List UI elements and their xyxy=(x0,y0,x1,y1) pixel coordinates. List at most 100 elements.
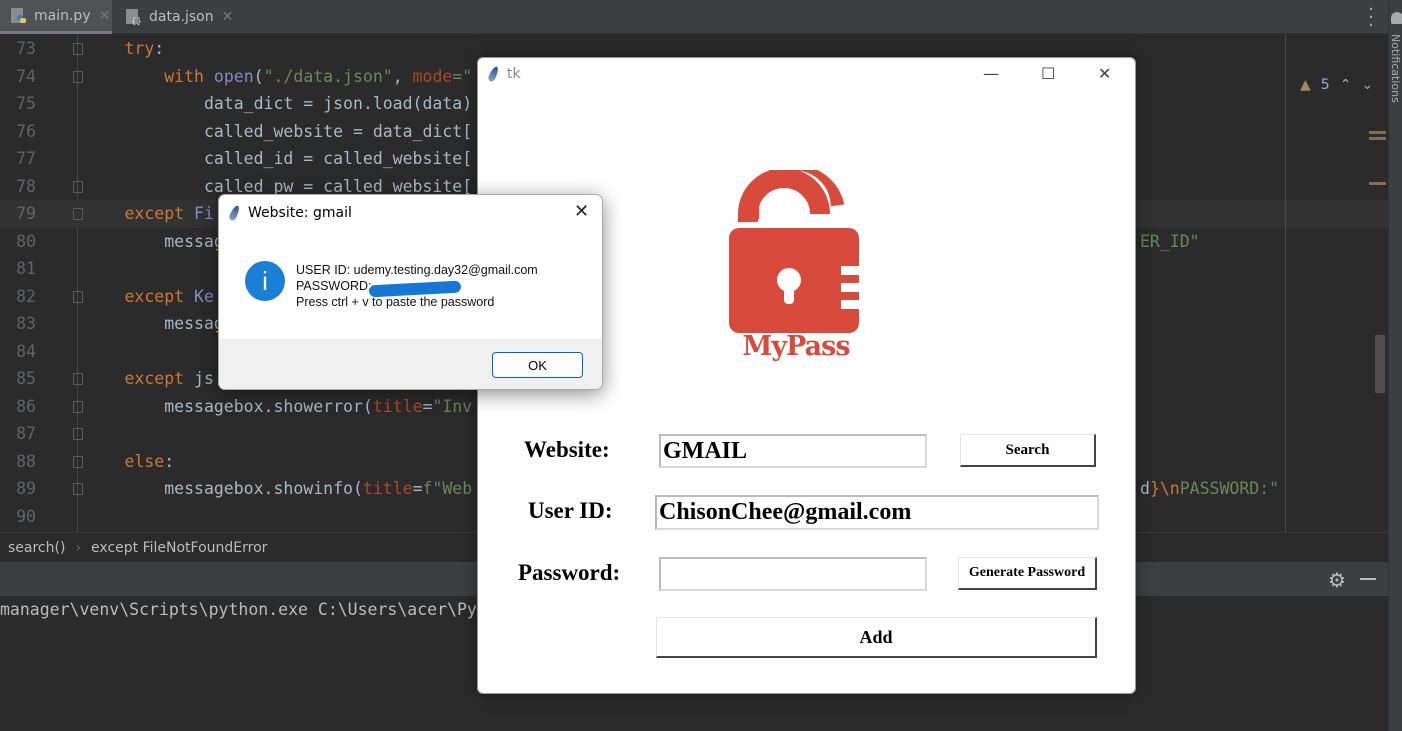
code-text: data_dict = json.load(data) xyxy=(45,90,472,118)
close-tab-icon[interactable]: ✕ xyxy=(222,9,234,25)
code-token: called_pw = called_website[ xyxy=(45,176,473,196)
code-token: "Inv xyxy=(432,396,473,416)
notifications-label: Notifications xyxy=(1389,34,1402,103)
line-number: 85 xyxy=(16,369,36,388)
code-token: except xyxy=(45,286,195,306)
close-button[interactable]: ✕ xyxy=(574,201,589,222)
json-file-icon: {} xyxy=(125,8,143,27)
previous-highlight-icon[interactable]: ⌃ xyxy=(1340,77,1352,93)
code-token: = xyxy=(412,479,423,498)
maximize-button[interactable]: ☐ xyxy=(1041,64,1055,83)
code-token: f"Web xyxy=(422,479,473,498)
right-margin-guide xyxy=(1285,35,1286,532)
code-text: except js xyxy=(45,365,214,393)
breadcrumb-item[interactable]: except FileNotFoundError xyxy=(91,540,267,556)
line-number: 77 xyxy=(16,149,36,168)
code-token: messag xyxy=(45,314,224,333)
breadcrumb-item[interactable]: search() xyxy=(8,540,65,556)
generate-password-button[interactable]: Generate Password xyxy=(958,557,1097,590)
close-tab-icon[interactable]: ✕ xyxy=(99,8,111,24)
warning-marker[interactable] xyxy=(1369,182,1386,185)
code-text: try: xyxy=(45,35,164,63)
next-highlight-icon[interactable]: ⌄ xyxy=(1361,77,1373,93)
vertical-scrollbar[interactable] xyxy=(1375,335,1385,393)
console-output: manager\venv\Scripts\python.exe C:\Users… xyxy=(0,600,477,619)
tab-label: main.py xyxy=(34,7,91,24)
line-number: 87 xyxy=(16,424,36,443)
tab-main-py[interactable]: main.py ✕ xyxy=(0,0,112,34)
more-options-icon[interactable]: · · · xyxy=(1366,1,1376,35)
warning-marker[interactable] xyxy=(1369,137,1386,140)
userid-input[interactable]: ChisonChee@gmail.com xyxy=(655,495,1099,530)
code-token: "./data.json" xyxy=(263,66,393,86)
dialog-footer: OK xyxy=(219,339,602,389)
line-number: 81 xyxy=(16,259,36,278)
code-token: else xyxy=(45,451,165,471)
code-token: called_website = data_dict[ xyxy=(45,121,473,141)
code-token: }\n xyxy=(1149,479,1180,498)
code-token: d xyxy=(1140,479,1150,498)
userid-label: User ID: xyxy=(528,498,613,523)
code-text: d}\nPASSWORD:" xyxy=(1140,475,1279,503)
password-label: Password: xyxy=(518,560,621,585)
line-number: 75 xyxy=(16,94,36,113)
code-text: called_website = data_dict[ xyxy=(45,118,472,146)
code-text: ER_ID" xyxy=(1140,228,1200,256)
warning-marker[interactable] xyxy=(1369,131,1386,134)
tab-label: data.json xyxy=(149,9,214,25)
code-token: ER_ID" xyxy=(1140,231,1200,251)
code-token: , xyxy=(392,66,413,86)
gear-icon[interactable]: ⚙ xyxy=(1328,568,1346,592)
inspection-widget[interactable]: ▲ 5 ⌃ ⌄ xyxy=(1300,77,1373,93)
logo-text: MyPass xyxy=(742,331,850,362)
code-token: called_id = called_website[ xyxy=(45,149,473,168)
line-number: 88 xyxy=(16,451,36,471)
code-text: messagebox.showerror(title="Inv xyxy=(45,393,472,421)
code-token: data_dict = json.load(data) xyxy=(45,94,473,113)
code-token: js xyxy=(194,369,214,388)
website-input[interactable]: GMAIL xyxy=(659,434,927,468)
minimize-icon[interactable] xyxy=(1360,578,1376,580)
message-line: USER ID: udemy.testing.day32@gmail.com xyxy=(296,263,538,277)
minimize-button[interactable]: — xyxy=(983,64,999,83)
website-label: Website: xyxy=(524,437,610,462)
tab-data-json[interactable]: {} data.json ✕ xyxy=(115,0,233,34)
ok-button[interactable]: OK xyxy=(492,352,583,378)
line-number: 84 xyxy=(16,341,36,361)
line-number: 78 xyxy=(16,176,36,196)
code-text: with open("./data.json", mode=" xyxy=(45,63,472,91)
info-icon: i xyxy=(245,261,285,301)
code-token: title xyxy=(372,396,423,416)
code-token: mode xyxy=(412,66,453,86)
line-number: 89 xyxy=(16,479,36,498)
code-token: with xyxy=(45,66,214,86)
code-token: messagebox.showinfo( xyxy=(45,479,363,498)
line-number: 74 xyxy=(16,66,36,86)
warning-count: 5 xyxy=(1320,77,1330,93)
code-token: open xyxy=(213,66,254,86)
line-number: 83 xyxy=(16,314,36,333)
code-token: messagebox.showerror( xyxy=(45,396,373,416)
tk-titlebar: tk xyxy=(486,65,521,83)
fold-marker-icon[interactable] xyxy=(73,428,83,440)
warning-icon: ▲ xyxy=(1300,77,1311,93)
code-text: messagebox.showinfo(title=f"Web xyxy=(45,475,472,503)
dialog-titlebar: Website: gmail xyxy=(227,204,352,222)
line-number: 86 xyxy=(16,396,36,416)
code-token: messag xyxy=(45,231,224,251)
feather-icon xyxy=(486,65,501,83)
close-button[interactable]: ✕ xyxy=(1098,64,1111,83)
code-text: messag xyxy=(45,228,224,256)
chevron-right-icon: › xyxy=(75,539,82,556)
info-dialog: Website: gmail ✕ i USER ID: udemy.testin… xyxy=(218,194,603,390)
notifications-sidebar[interactable]: Notifications xyxy=(1388,0,1402,731)
code-token: except xyxy=(45,204,195,223)
password-input[interactable] xyxy=(659,557,927,591)
dialog-title: Website: gmail xyxy=(248,205,352,221)
code-token: = xyxy=(422,396,433,416)
feather-icon xyxy=(227,204,242,222)
add-button[interactable]: Add xyxy=(656,617,1097,658)
line-number: 80 xyxy=(16,231,36,251)
code-token: PASSWORD:" xyxy=(1179,479,1280,498)
search-button[interactable]: Search xyxy=(960,434,1096,467)
